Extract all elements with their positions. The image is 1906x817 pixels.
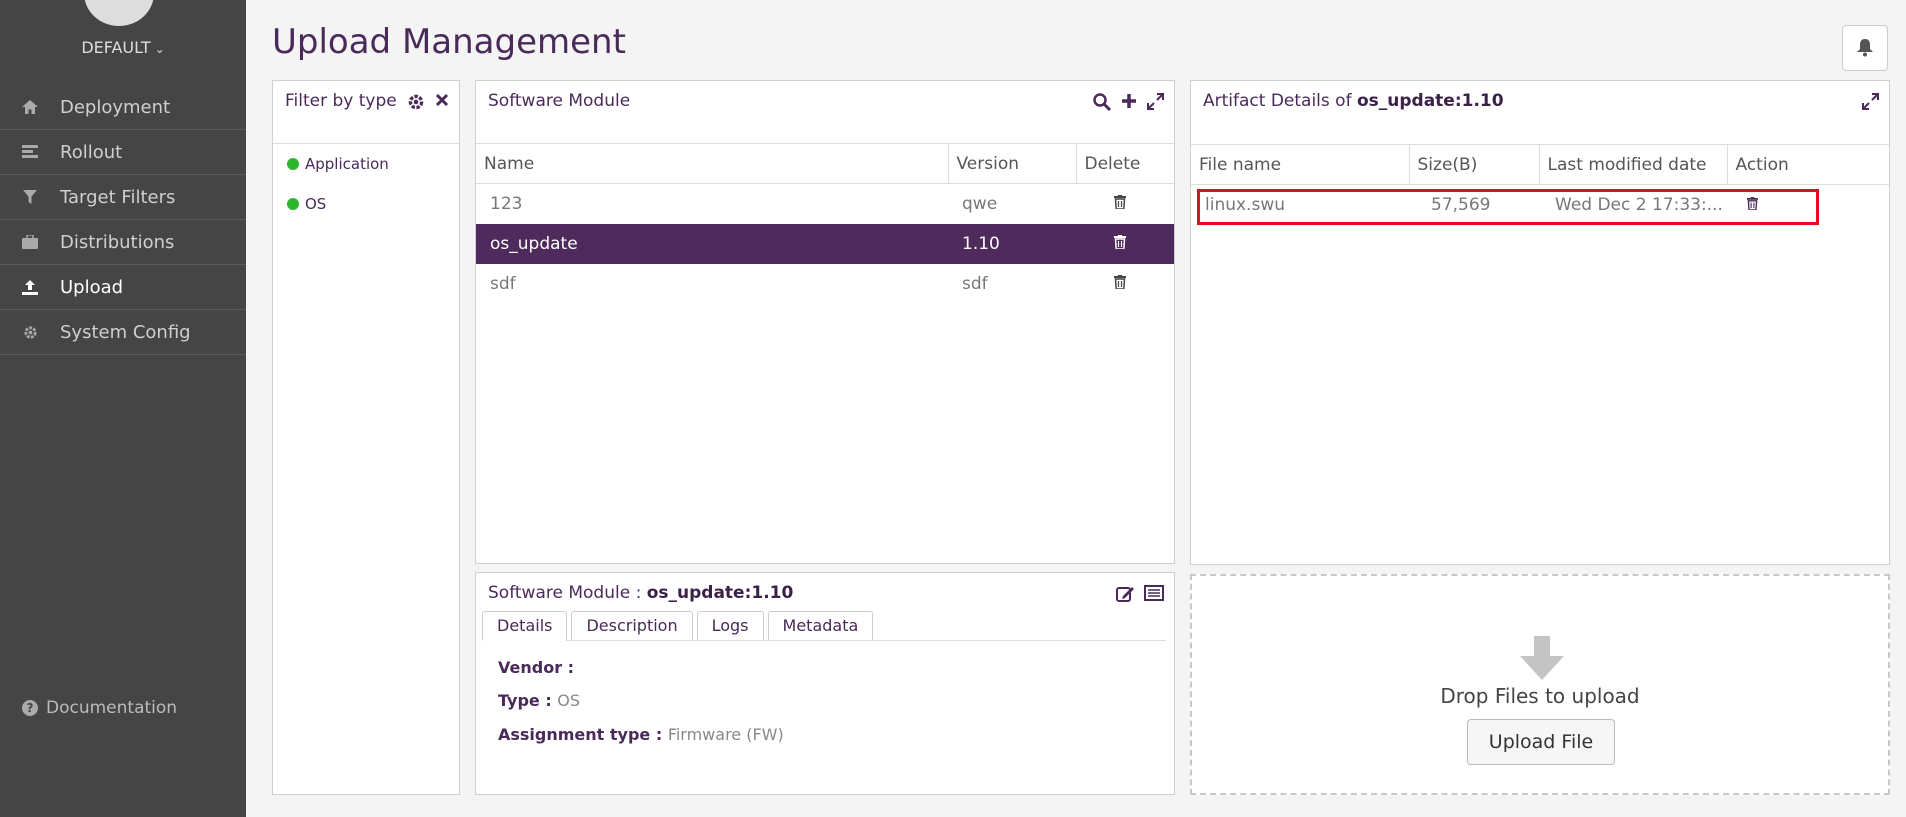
chevron-down-icon: ⌄ [154, 42, 165, 56]
sidebar-item-rollout[interactable]: Rollout [0, 130, 246, 175]
software-module-details-panel: Software Module : os_update:1.10 Details… [475, 572, 1175, 795]
sidebar-nav: Deployment Rollout Target Filters Distri… [0, 85, 246, 355]
home-icon [20, 98, 40, 116]
page-title: Upload Management [272, 22, 626, 62]
expand-icon[interactable] [1147, 93, 1164, 110]
artifact-details-panel: Artifact Details of os_update:1.10 File … [1190, 80, 1890, 565]
briefcase-icon [20, 233, 40, 251]
tenant-selector[interactable]: DEFAULT ⌄ [0, 38, 246, 57]
sidebar-item-distributions[interactable]: Distributions [0, 220, 246, 265]
close-icon[interactable] [435, 93, 449, 107]
type-item-os[interactable]: OS [287, 195, 326, 213]
sidebar-item-upload[interactable]: Upload [0, 265, 246, 310]
table-row[interactable]: sdf sdf [476, 264, 1174, 304]
add-icon[interactable] [1121, 93, 1137, 109]
assignment-type-field: Assignment type : Firmware (FW) [498, 725, 784, 744]
tab-description[interactable]: Description [571, 611, 693, 640]
upload-file-button[interactable]: Upload File [1467, 719, 1615, 765]
details-title: Software Module : os_update:1.10 [488, 583, 794, 603]
table-row-selected[interactable]: os_update 1.10 [476, 223, 1174, 264]
list-details-icon[interactable] [1144, 585, 1164, 601]
status-dot [287, 158, 299, 170]
trash-icon[interactable] [1114, 234, 1126, 250]
status-dot [287, 198, 299, 210]
software-module-table: Name Version Delete 123 qwe os_update 1.… [476, 143, 1174, 304]
edit-icon[interactable] [1116, 585, 1134, 602]
column-header-action: Action [1727, 144, 1889, 185]
question-circle-icon: ? [22, 700, 38, 716]
sidebar-item-target-filters[interactable]: Target Filters [0, 175, 246, 220]
column-header-name[interactable]: Name [476, 143, 949, 184]
file-drop-zone[interactable]: Drop Files to upload Upload File [1190, 574, 1890, 795]
details-tabs: Details Description Logs Metadata [482, 611, 1166, 641]
sidebar-item-system-config[interactable]: System Config [0, 310, 246, 355]
tab-details[interactable]: Details [482, 611, 568, 641]
table-row[interactable]: 123 qwe [476, 184, 1174, 224]
type-item-application[interactable]: Application [287, 155, 389, 173]
tab-logs[interactable]: Logs [696, 611, 764, 640]
tab-metadata[interactable]: Metadata [767, 611, 874, 640]
artifact-details-title: Artifact Details of os_update:1.10 [1203, 91, 1504, 111]
trash-icon[interactable] [1114, 274, 1126, 290]
bell-icon [1857, 39, 1873, 57]
expand-icon[interactable] [1862, 93, 1879, 110]
selection-highlight [1197, 189, 1819, 225]
sidebar: DEFAULT ⌄ Deployment Rollout Target Filte… [0, 0, 246, 817]
search-icon[interactable] [1093, 93, 1111, 111]
column-header-last-modified[interactable]: Last modified date [1539, 144, 1728, 185]
arrow-down-icon [1520, 636, 1564, 680]
upload-icon [20, 278, 40, 296]
documentation-link[interactable]: ? Documentation [22, 698, 177, 718]
column-header-version[interactable]: Version [948, 143, 1077, 184]
trash-icon[interactable] [1114, 194, 1126, 210]
software-module-title: Software Module [488, 91, 631, 111]
gear-icon [20, 323, 40, 341]
software-module-panel: Software Module Name Version Delete 123 … [475, 80, 1175, 564]
column-header-file-name[interactable]: File name [1191, 144, 1410, 185]
avatar[interactable] [84, 0, 154, 26]
vendor-field: Vendor : [498, 658, 575, 677]
type-field: Type : OS [498, 691, 581, 710]
drop-files-label: Drop Files to upload [1440, 684, 1640, 708]
filter-by-type-panel: Filter by type Application OS [272, 80, 460, 795]
notification-button[interactable] [1842, 25, 1888, 71]
column-header-size[interactable]: Size(B) [1409, 144, 1540, 185]
gear-icon[interactable] [407, 93, 425, 111]
filter-icon [20, 188, 40, 206]
column-header-delete: Delete [1076, 143, 1174, 184]
sidebar-item-deployment[interactable]: Deployment [0, 85, 246, 130]
rollout-icon [20, 143, 40, 161]
